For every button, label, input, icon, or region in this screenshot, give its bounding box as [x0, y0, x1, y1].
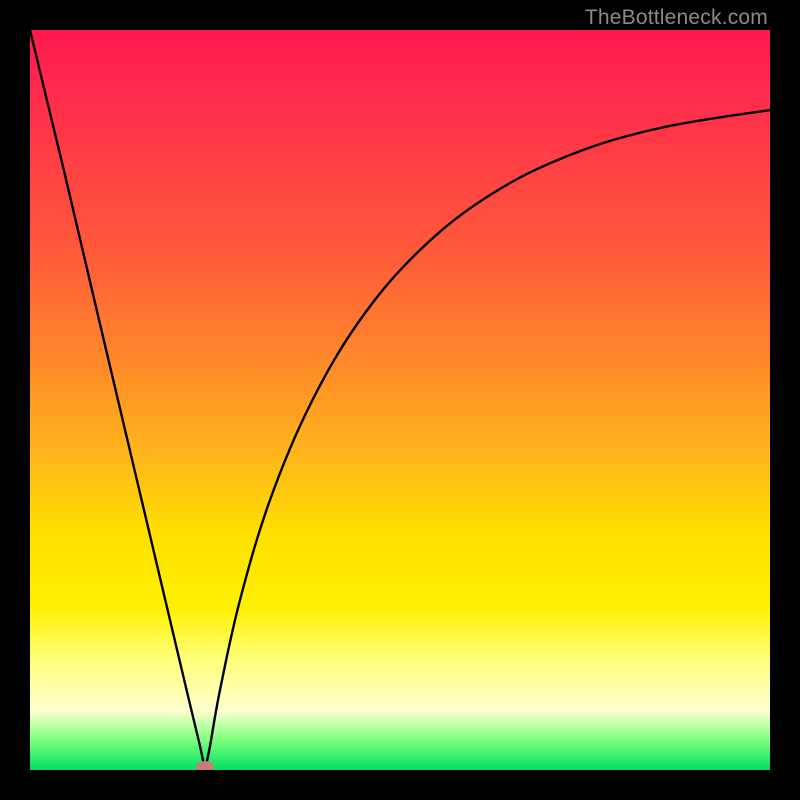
- minimum-marker: [196, 761, 214, 770]
- chart-plot-area: [30, 30, 770, 770]
- curve-left-branch: [30, 30, 205, 770]
- curve-right-branch: [205, 110, 770, 770]
- watermark-text: TheBottleneck.com: [585, 6, 768, 30]
- chart-svg: [30, 30, 770, 770]
